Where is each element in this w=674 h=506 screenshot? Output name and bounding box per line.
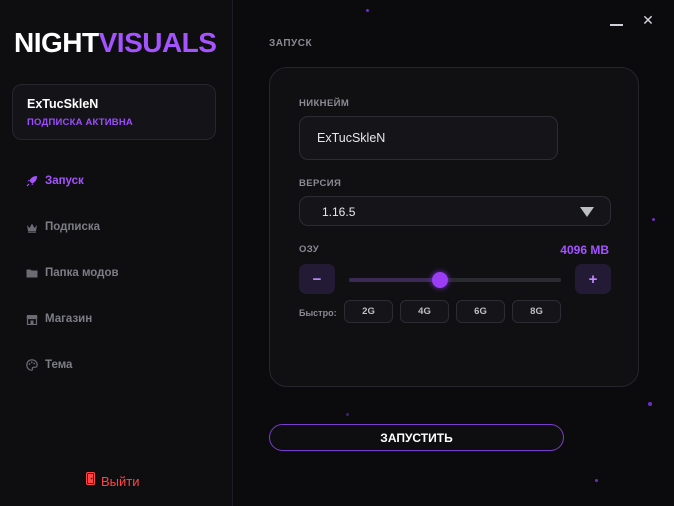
close-icon: ✕ (642, 11, 654, 28)
version-select[interactable]: 1.16.5 (299, 196, 611, 226)
crown-icon (25, 221, 38, 234)
shop-icon (25, 313, 38, 326)
memory-increase-button[interactable]: + (575, 264, 611, 294)
palette-icon (25, 359, 38, 372)
chevron-down-icon (580, 207, 594, 217)
quick-memory-2g-button[interactable]: 2G (344, 300, 393, 323)
sidebar-item-subscription[interactable]: Подписка (25, 214, 215, 240)
sidebar-item-shop[interactable]: Магазин (25, 306, 215, 332)
sidebar-item-theme[interactable]: Тема (25, 352, 215, 378)
close-button[interactable]: ✕ (638, 10, 658, 30)
sidebar-item-launch[interactable]: Запуск (25, 168, 215, 194)
subscription-status: ПОДПИСКА АКТИВНА (27, 117, 133, 128)
profile-name: ExTucSkleN (27, 97, 99, 111)
rocket-icon (25, 175, 38, 188)
sidebar: NIGHTVISUALS ExTucSkleN ПОДПИСКА АКТИВНА… (0, 0, 233, 506)
sidebar-item-label: Запуск (45, 175, 84, 187)
minimize-button[interactable] (606, 10, 626, 30)
quick-memory-6g-button[interactable]: 6G (456, 300, 505, 323)
exit-door-icon (86, 472, 96, 490)
nickname-input[interactable]: ExTucSkleN (299, 116, 558, 160)
sidebar-item-label: Папка модов (45, 267, 119, 279)
logout-label: Выйти (101, 473, 140, 489)
memory-slider-fill (349, 278, 441, 282)
logout-button[interactable]: Выйти (86, 472, 140, 490)
profile-card: ExTucSkleN ПОДПИСКА АКТИВНА (12, 84, 216, 140)
memory-value: 4096 MB (560, 243, 609, 257)
quick-memory-4g-button[interactable]: 4G (400, 300, 449, 323)
nickname-value: ExTucSkleN (317, 131, 386, 145)
particle (346, 413, 349, 416)
minimize-icon (609, 24, 623, 26)
particle (595, 479, 598, 482)
sidebar-item-label: Подписка (45, 221, 101, 233)
app-logo: NIGHTVISUALS (14, 27, 217, 58)
sidebar-item-label: Магазин (45, 313, 93, 325)
minus-icon: − (312, 270, 322, 288)
particle (648, 402, 652, 406)
page-title: ЗАПУСК (269, 38, 313, 49)
launch-settings-card: НИКНЕЙМ ExTucSkleN ВЕРСИЯ 1.16.5 ОЗУ 409… (269, 67, 639, 387)
folder-icon (25, 267, 38, 280)
sidebar-item-label: Тема (45, 359, 73, 371)
quick-memory-8g-button[interactable]: 8G (512, 300, 561, 323)
memory-decrease-button[interactable]: − (299, 264, 335, 294)
version-label: ВЕРСИЯ (299, 178, 342, 189)
plus-icon: + (588, 270, 598, 288)
particle (652, 218, 655, 221)
sidebar-item-mods-folder[interactable]: Папка модов (25, 260, 215, 286)
memory-slider[interactable] (349, 272, 561, 288)
memory-slider-thumb[interactable] (432, 272, 449, 288)
quick-select-label: Быстро: (299, 308, 337, 318)
memory-label: ОЗУ (299, 244, 320, 255)
version-value: 1.16.5 (322, 205, 356, 219)
nickname-label: НИКНЕЙМ (299, 98, 350, 109)
launch-button[interactable]: ЗАПУСТИТЬ (269, 424, 564, 451)
particle (366, 9, 369, 12)
